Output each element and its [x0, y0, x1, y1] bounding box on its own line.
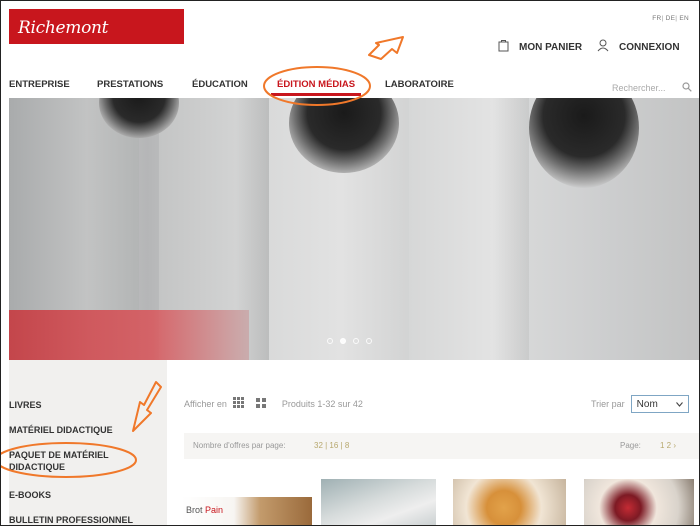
listing-toolbar: Afficher en Produits 1-32 sur 42 — [184, 397, 363, 411]
large-grid-view-icon[interactable] — [255, 397, 266, 411]
product-thumbnail[interactable] — [453, 479, 566, 525]
hero-image-part — [9, 310, 249, 360]
product-thumbnail-label: Brot Pain — [186, 505, 224, 515]
per-page-bar: Nombre d'offres par page: 32 | 16 | 8 Pa… — [184, 433, 699, 459]
sort-control: Trier par Nom — [591, 395, 689, 413]
per-page-options[interactable]: 32 | 16 | 8 — [314, 441, 349, 450]
hero-image-part — [409, 98, 529, 360]
products-count: Produits 1-32 sur 42 — [281, 399, 363, 409]
arrow-icon — [368, 36, 404, 60]
category-sidebar: LIVRES MATÉRIEL DIDACTIQUE PAQUET DE MAT… — [9, 360, 167, 525]
active-nav-underline — [271, 93, 361, 96]
search-icon[interactable] — [682, 82, 692, 94]
nav-edition-medias[interactable]: ÉDITION MÉDIAS — [277, 79, 355, 90]
shopping-bag-icon — [498, 39, 509, 55]
cart-link[interactable]: MON PANIER — [498, 39, 582, 55]
browser-frame: Richemont FR| DE| EN MON PANIER CONNEXIO… — [0, 0, 700, 526]
per-page-label: Nombre d'offres par page: — [193, 441, 286, 450]
sidebar-item-paquet-materiel-line2[interactable]: DIDACTIQUE — [9, 462, 65, 473]
page-label: Page: — [620, 441, 641, 450]
sidebar-item-e-books[interactable]: E-BOOKS — [9, 490, 51, 501]
display-label: Afficher en — [184, 399, 227, 409]
carousel-dot[interactable] — [366, 338, 372, 344]
nav-entreprise[interactable]: ENTREPRISE — [9, 79, 70, 90]
nav-education[interactable]: ÉDUCATION — [192, 79, 248, 90]
search-placeholder: Rechercher... — [612, 83, 666, 93]
product-thumbnail[interactable] — [321, 479, 436, 525]
carousel-dot[interactable] — [327, 338, 333, 344]
sidebar-item-livres[interactable]: LIVRES — [9, 400, 42, 411]
lang-en[interactable]: EN — [679, 15, 689, 22]
hero-banner — [9, 98, 699, 360]
binder-ring-hole — [529, 98, 639, 188]
sort-value: Nom — [636, 398, 658, 410]
sidebar-item-bulletin[interactable]: BULLETIN PROFESSIONNEL — [9, 515, 133, 525]
carousel-dots — [327, 338, 372, 344]
search-field[interactable]: Rechercher... — [612, 81, 692, 95]
cart-label: MON PANIER — [519, 41, 583, 53]
login-link[interactable]: CONNEXION — [597, 39, 680, 55]
logo-text: Richemont — [18, 18, 109, 38]
lang-de[interactable]: DE — [666, 15, 676, 22]
nav-laboratoire[interactable]: LABORATOIRE — [385, 79, 454, 90]
carousel-dot-active[interactable] — [340, 338, 346, 344]
user-icon — [597, 39, 609, 55]
grid-view-icon[interactable] — [232, 397, 244, 411]
carousel-dot[interactable] — [353, 338, 359, 344]
login-label: CONNEXION — [619, 41, 680, 53]
logo[interactable]: Richemont — [9, 9, 184, 44]
nav-prestations[interactable]: PRESTATIONS — [97, 79, 163, 90]
sidebar-item-paquet-materiel[interactable]: PAQUET DE MATÉRIEL — [9, 450, 109, 461]
product-thumbnail[interactable] — [584, 479, 694, 525]
sidebar-item-materiel-didactique[interactable]: MATÉRIEL DIDACTIQUE — [9, 425, 113, 436]
chevron-down-icon — [675, 399, 683, 410]
pagination[interactable]: 1 2 › — [660, 441, 676, 450]
sort-label: Trier par — [591, 399, 625, 409]
sort-select[interactable]: Nom — [630, 395, 689, 413]
product-thumbnail[interactable]: Brot Pain — [182, 497, 312, 525]
lang-fr[interactable]: FR — [652, 15, 661, 22]
language-switcher[interactable]: FR| DE| EN — [652, 15, 689, 22]
binder-ring-hole — [289, 98, 399, 173]
